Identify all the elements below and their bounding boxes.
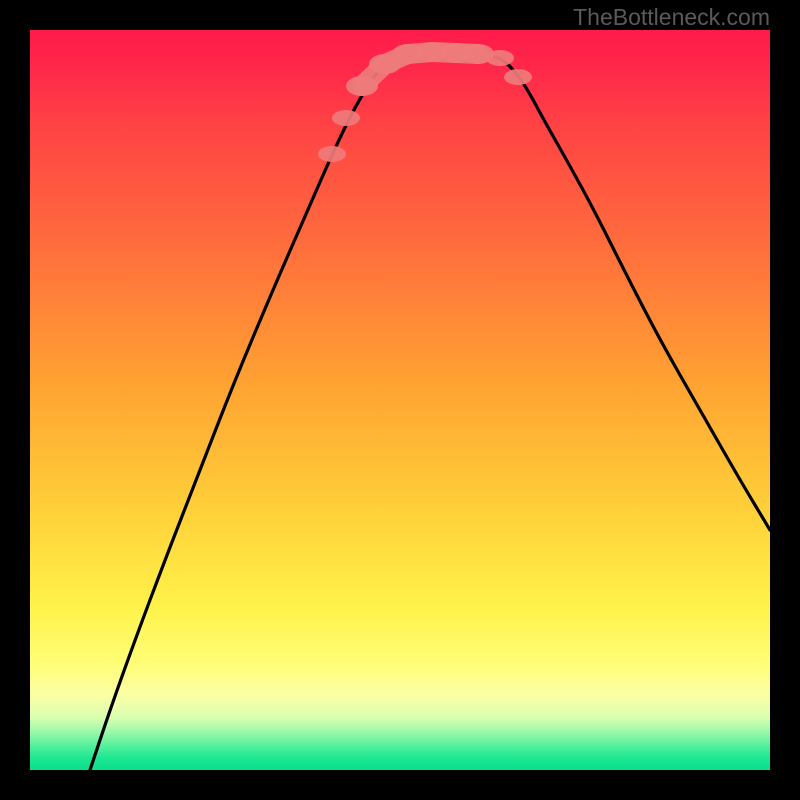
chart-frame: TheBottleneck.com: [0, 0, 800, 800]
attribution-text: TheBottleneck.com: [573, 4, 770, 31]
gradient-background: [30, 30, 770, 770]
plot-area: [30, 30, 770, 770]
